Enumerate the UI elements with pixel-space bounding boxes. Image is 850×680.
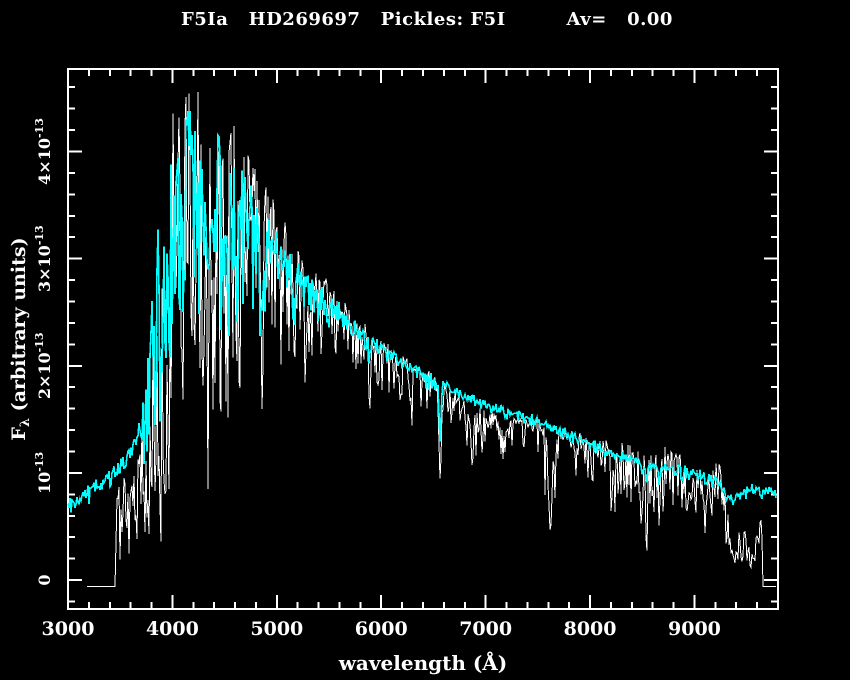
x-tick-label: 5000 xyxy=(250,618,303,640)
y-tick-label: 2×10-13 xyxy=(33,332,54,399)
y-tick-label: 3×10-13 xyxy=(33,225,54,292)
spectrum-observed-hd269697 xyxy=(87,92,776,586)
x-tick-label: 4000 xyxy=(146,618,199,640)
plot-frame xyxy=(68,69,778,609)
spectral-plot-window: F5Ia HD269697 Pickles: F5I Av= 0.00 Fλ (… xyxy=(0,0,850,680)
spectrum-template-pickles-f5i xyxy=(68,111,776,513)
y-tick-label: 4×10-13 xyxy=(33,118,54,185)
spectrum-chart: 3000 4000 5000 6000 7000 8000 9000 0 10-13 2×10-1… xyxy=(0,0,850,680)
y-tick-label: 0 xyxy=(35,575,54,586)
x-tick-label: 7000 xyxy=(459,618,512,640)
y-tick-label: 10-13 xyxy=(33,452,54,494)
x-tick-label: 6000 xyxy=(355,618,408,640)
x-tick-label: 9000 xyxy=(668,618,721,640)
x-tick-label: 8000 xyxy=(564,618,617,640)
x-tick-label: 3000 xyxy=(42,618,95,640)
